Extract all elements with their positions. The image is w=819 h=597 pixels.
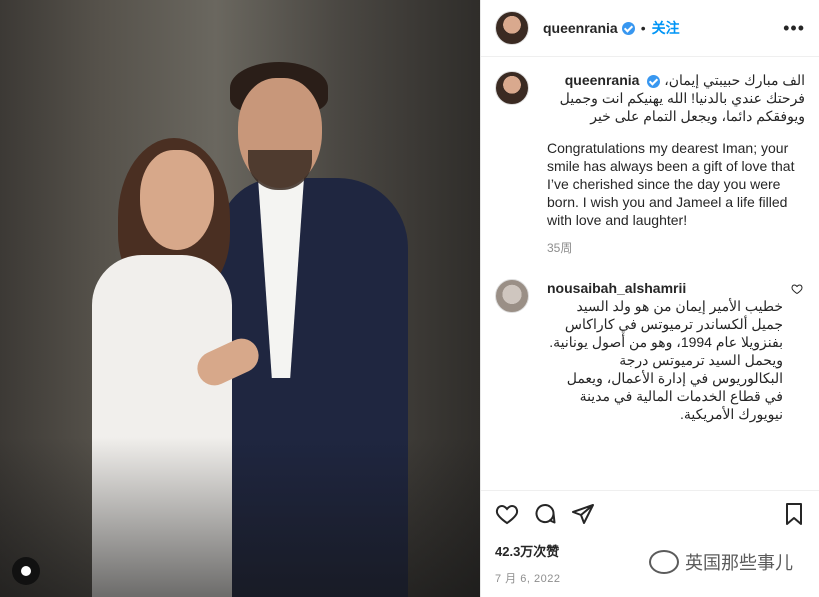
tagged-users-dot [21, 566, 31, 576]
caption-age: 35周 [547, 241, 573, 255]
caption-username[interactable]: queenrania [565, 72, 640, 88]
post-viewer: queenrania • 关注 ••• queenrania الف مبارك… [0, 0, 819, 597]
caption-arabic: queenrania الف مبارك حبيبتي إيمان، فرحتك… [547, 71, 805, 125]
comment-like-icon[interactable] [791, 279, 805, 423]
commenter-username[interactable]: nousaibah_alshamrii [547, 280, 686, 296]
caption-body: queenrania الف مبارك حبيبتي إيمان، فرحتك… [547, 71, 805, 257]
post-side-panel: queenrania • 关注 ••• queenrania الف مبارك… [480, 0, 819, 597]
watermark-text: 英国那些事儿 [685, 553, 793, 573]
comments-list[interactable]: queenrania الف مبارك حبيبتي إيمان، فرحتك… [481, 57, 819, 490]
caption-verified-icon [647, 74, 661, 88]
bookmark-icon[interactable] [783, 502, 805, 531]
post-actions: 42.3万次赞 7 月 6, 2022 英国那些事儿 [481, 490, 819, 597]
header-separator: • [640, 20, 646, 36]
post-header: queenrania • 关注 ••• [481, 0, 819, 57]
comment-text: خطيب الأمير إيمان من هو ولد السيد جميل أ… [549, 298, 783, 422]
tagged-users-icon[interactable] [12, 557, 40, 585]
follow-button[interactable]: 关注 [652, 18, 680, 38]
post-photo[interactable] [0, 0, 480, 597]
author-username[interactable]: queenrania [543, 20, 618, 36]
watermark: 英国那些事儿 [649, 549, 793, 575]
caption-english: Congratulations my dearest Iman; your sm… [547, 140, 795, 228]
comment-body: nousaibah_alshamrii خطيب الأمير إيمان من… [547, 279, 783, 423]
comment-icon[interactable] [533, 502, 557, 531]
commenter-avatar[interactable] [495, 279, 529, 313]
wechat-icon [649, 550, 679, 574]
author-avatar[interactable] [495, 11, 529, 45]
caption-avatar[interactable] [495, 71, 529, 105]
caption-row: queenrania الف مبارك حبيبتي إيمان، فرحتك… [495, 71, 805, 257]
heart-icon[interactable] [495, 502, 519, 531]
photo-woman-face [140, 150, 214, 250]
verified-icon [621, 21, 635, 35]
comment-row: nousaibah_alshamrii خطيب الأمير إيمان من… [495, 279, 805, 423]
share-icon[interactable] [571, 502, 595, 531]
action-icons [495, 491, 805, 541]
more-icon[interactable]: ••• [783, 18, 805, 39]
photo-floor [0, 437, 480, 597]
